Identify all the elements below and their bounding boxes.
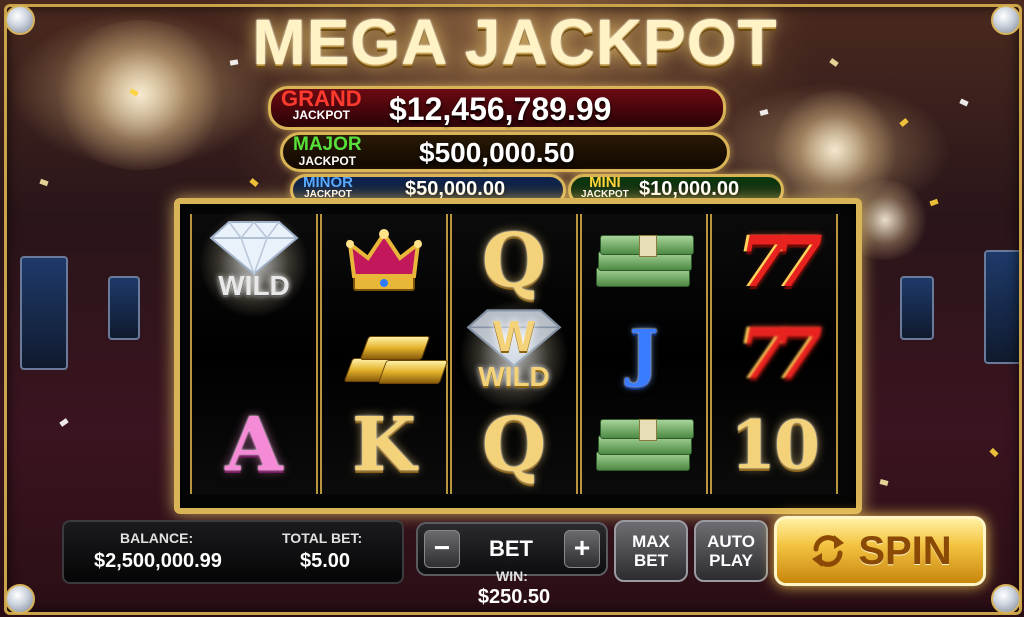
reel-symbol: A [192, 400, 316, 490]
letter-q-symbol: Q [481, 402, 547, 488]
reel-5: 77 77 10 [710, 214, 838, 494]
letter-q-symbol: Q [481, 218, 547, 304]
reel-1: WILD A [190, 208, 318, 494]
major-jackpot-sublabel: JACKPOT [298, 154, 356, 168]
ten-symbol: 10 [730, 406, 820, 484]
major-jackpot-bar: MAJOR JACKPOT $500,000.50 [280, 132, 730, 172]
mini-jackpot-label: MINI [589, 174, 621, 191]
reel-2: K [320, 214, 449, 494]
max-bet-button[interactable]: MAX BET [614, 520, 688, 582]
spin-label: SPIN [858, 528, 952, 573]
grand-jackpot-name: GRAND JACKPOT [281, 86, 362, 123]
balance-value: $2,500,000.99 [94, 550, 222, 572]
double-seven-symbol: 77 [739, 311, 823, 395]
letter-j-symbol: J [629, 316, 659, 389]
auto-play-button[interactable]: AUTO PLAY [694, 520, 768, 582]
total-bet-value: $5.00 [300, 550, 351, 572]
reel-symbol: J [582, 308, 706, 398]
wild-w-letter: W [493, 312, 535, 361]
wild-label: WILD [218, 270, 290, 301]
letter-k-symbol: K [351, 402, 417, 488]
corner-gem-icon [5, 5, 35, 35]
bet-label: BET [489, 536, 533, 561]
reel-symbol [582, 400, 706, 490]
major-jackpot-label: MAJOR [293, 134, 362, 155]
increase-bet-button[interactable]: + [564, 530, 600, 568]
spin-button[interactable]: SPIN [774, 516, 986, 586]
reel-symbol: W WILD [452, 300, 576, 410]
balance-label: BALANCE: [120, 530, 194, 546]
grand-jackpot-bar: GRAND JACKPOT $12,456,789.99 [268, 86, 726, 130]
refresh-arrows-icon [812, 535, 845, 567]
reel-symbol: Q [452, 216, 576, 306]
diamond-icon [209, 220, 299, 276]
money-stack-icon [596, 231, 694, 291]
grand-jackpot-sublabel: JACKPOT [292, 108, 350, 122]
reel-symbol: 10 [712, 400, 836, 490]
corner-gem-icon [991, 5, 1021, 35]
win-label: WIN: [496, 568, 528, 584]
reel-symbol [322, 308, 449, 398]
reel-symbol: WILD [192, 208, 316, 318]
reels-area: WILD A K Q W WILD Q J 77 77 10 [174, 198, 862, 514]
reel-3: Q W WILD Q [450, 214, 578, 494]
major-jackpot-name: MAJOR JACKPOT [293, 134, 362, 169]
decrease-bet-button[interactable]: − [424, 530, 460, 568]
reel-4: J [580, 214, 708, 494]
wild-label: WILD [478, 361, 550, 392]
diamond-wild-symbol: WILD [194, 208, 314, 318]
minor-jackpot-label: MINOR [303, 174, 353, 191]
corner-gem-icon [991, 584, 1021, 614]
crown-icon [346, 229, 422, 291]
max-bet-label-line1: MAX [632, 532, 670, 551]
balance-panel: BALANCE: $2,500,000.99 TOTAL BET: $5.00 [62, 520, 404, 584]
reel-symbol [322, 216, 446, 306]
auto-play-label-line2: PLAY [709, 551, 753, 570]
auto-play-label-line1: AUTO [707, 532, 755, 551]
grand-jackpot-label: GRAND [281, 86, 362, 111]
double-seven-symbol: 77 [739, 219, 823, 303]
grand-jackpot-value: $12,456,789.99 [389, 91, 612, 127]
total-bet-label: TOTAL BET: [282, 530, 363, 546]
money-stack-icon [596, 415, 694, 475]
gold-bars-icon [334, 318, 449, 388]
game-title: MEGA JACKPOT [252, 6, 778, 78]
reel-symbol [582, 216, 706, 306]
reel-symbol: Q [452, 400, 576, 490]
w-wild-symbol: W WILD [454, 300, 574, 410]
letter-a-symbol: A [225, 402, 283, 488]
max-bet-label-line2: BET [634, 551, 668, 570]
corner-gem-icon [5, 584, 35, 614]
win-value: $250.50 [477, 586, 551, 608]
reel-symbol: K [322, 400, 446, 490]
major-jackpot-value: $500,000.50 [419, 137, 575, 168]
reel-symbol: 77 [712, 308, 836, 398]
reel-symbol: 77 [712, 216, 836, 306]
